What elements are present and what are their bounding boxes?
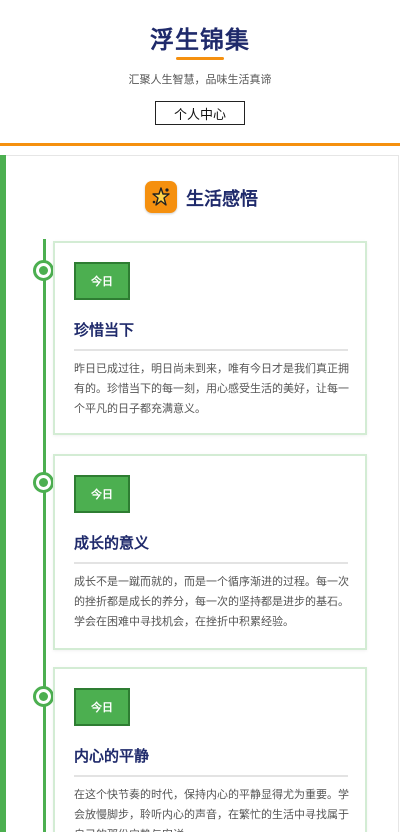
section-header: 生活感悟 [0, 179, 400, 246]
timeline-line [43, 239, 46, 832]
title-underline [176, 57, 224, 60]
header-divider [0, 143, 400, 146]
sparkle-icon [145, 181, 177, 213]
date-badge: 今日 [74, 688, 130, 726]
post-divider [74, 562, 348, 564]
post-card[interactable]: 今日 成长的意义 成长不是一蹴而就的，而是一个循序渐进的过程。每一次的挫折都是成… [53, 454, 367, 650]
post-body: 成长不是一蹴而就的，而是一个循序渐进的过程。每一次的挫折都是成长的养分，每一次的… [74, 575, 349, 628]
post-card[interactable]: 今日 内心的平静 在这个快节奏的时代，保持内心的平静显得尤为重要。学会放慢脚步，… [53, 667, 367, 832]
post-body: 在这个快节奏的时代，保持内心的平静显得尤为重要。学会放慢脚步，聆听内心的声音，在… [74, 788, 349, 832]
section-title: 生活感悟 [186, 189, 258, 210]
timeline-dot [33, 686, 54, 707]
site-header: 浮生锦集 汇聚人生智慧，品味生活真谛 个人中心 [0, 0, 400, 146]
post-divider [74, 349, 348, 351]
post-body: 昨日已成过往，明日尚未到来，唯有今日才是我们真正拥有的。珍惜当下的每一刻，用心感… [74, 362, 349, 415]
site-subtitle: 汇聚人生智慧，品味生活真谛 [128, 73, 272, 86]
post-card[interactable]: 今日 珍惜当下 昨日已成过往，明日尚未到来，唯有今日才是我们真正拥有的。珍惜当下… [53, 241, 367, 435]
life-insights-section: 生活感悟 今日 珍惜当下 昨日已成过往，明日尚未到来，唯有今日才是我们真正拥有的… [0, 155, 400, 832]
post-title[interactable]: 珍惜当下 [74, 319, 134, 340]
post-title[interactable]: 内心的平静 [74, 745, 149, 766]
site-title: 浮生锦集 [150, 26, 250, 54]
date-badge: 今日 [74, 475, 130, 513]
profile-center-button[interactable]: 个人中心 [155, 101, 245, 125]
post-title[interactable]: 成长的意义 [74, 532, 149, 553]
timeline-dot [33, 260, 54, 281]
post-divider [74, 775, 348, 777]
timeline-dot [33, 472, 54, 493]
date-badge: 今日 [74, 262, 130, 300]
